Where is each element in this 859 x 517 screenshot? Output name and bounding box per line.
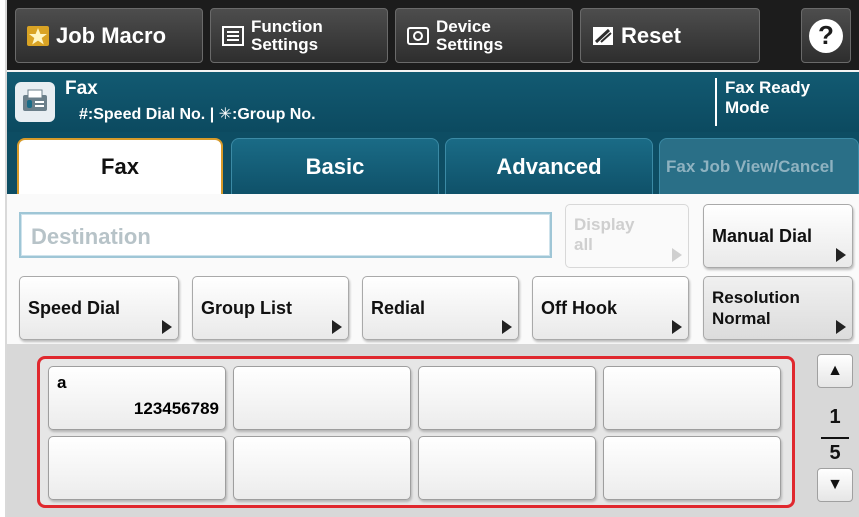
current-page: 1: [829, 406, 841, 428]
total-pages: 5: [829, 442, 841, 464]
speed-dial-panel: a 123456789 ▲ 1 5 ▼: [7, 344, 859, 517]
help-icon: ?: [809, 18, 843, 53]
job-macro-label: Job Macro: [56, 22, 167, 48]
off-hook-button[interactable]: Off Hook: [532, 276, 689, 340]
help-button[interactable]: ?: [801, 8, 851, 63]
reset-icon: [591, 25, 615, 47]
tab-advanced[interactable]: Advanced: [445, 138, 653, 194]
device-icon: [406, 25, 430, 47]
top-bar: Job Macro Function Settings Device Setti…: [7, 0, 859, 70]
device-settings-button[interactable]: Device Settings: [395, 8, 573, 63]
display-all-label: Display all: [574, 215, 635, 254]
job-macro-button[interactable]: Job Macro: [15, 8, 203, 63]
chevron-right-icon: [162, 320, 172, 334]
redial-button[interactable]: Redial: [362, 276, 519, 340]
resolution-button[interactable]: Resolution Normal: [703, 276, 853, 340]
group-list-button[interactable]: Group List: [192, 276, 349, 340]
reset-label: Reset: [621, 22, 681, 48]
list-icon: [221, 25, 245, 47]
arrow-down-icon: ▼: [827, 476, 843, 493]
speed-dial-entry[interactable]: [48, 436, 226, 500]
fax-icon: [15, 82, 55, 122]
tab-bar: Fax Basic Advanced Fax Job View/Cancel: [7, 132, 859, 194]
chevron-right-icon: [672, 248, 682, 262]
reset-button[interactable]: Reset: [580, 8, 760, 63]
fax-mode-status: Fax Ready Mode: [715, 78, 810, 126]
speed-dial-entry[interactable]: [233, 436, 411, 500]
tab-fax-job-view-cancel[interactable]: Fax Job View/Cancel: [659, 138, 859, 194]
page-divider: [821, 437, 849, 439]
speed-dial-entry[interactable]: [418, 366, 596, 430]
speed-dial-entry[interactable]: [603, 436, 781, 500]
off-hook-label: Off Hook: [541, 298, 617, 318]
group-list-label: Group List: [201, 298, 292, 318]
speed-dial-entry[interactable]: [233, 366, 411, 430]
star-icon: [26, 25, 50, 47]
speed-dial-entry[interactable]: [603, 366, 781, 430]
page-navigator: ▲ 1 5 ▼: [815, 352, 855, 512]
destination-field[interactable]: Destination: [19, 212, 552, 258]
speed-dial-grid: a 123456789: [37, 356, 795, 508]
tab-basic[interactable]: Basic: [231, 138, 439, 194]
function-settings-button[interactable]: Function Settings: [210, 8, 388, 63]
display-all-button[interactable]: Display all: [565, 204, 689, 268]
entry-number: 123456789: [133, 399, 219, 418]
fax-screen: Job Macro Function Settings Device Setti…: [5, 0, 859, 517]
chevron-right-icon: [836, 320, 846, 334]
status-title: Fax: [65, 78, 98, 99]
resolution-label: Resolution Normal: [712, 288, 800, 328]
redial-label: Redial: [371, 298, 426, 318]
chevron-right-icon: [332, 320, 342, 334]
chevron-right-icon: [672, 320, 682, 334]
speed-dial-entry[interactable]: a 123456789: [48, 366, 226, 430]
entry-name: a: [57, 373, 67, 392]
fax-options-panel: Destination Display all Manual Dial Spee…: [7, 194, 859, 344]
manual-dial-label: Manual Dial: [712, 226, 813, 246]
speed-dial-button[interactable]: Speed Dial: [19, 276, 179, 340]
status-bar: Fax #:Speed Dial No. | ✳:Group No. Fax R…: [7, 72, 859, 132]
page-down-button[interactable]: ▼: [817, 468, 853, 502]
speed-dial-label: Speed Dial: [28, 298, 121, 318]
page-up-button[interactable]: ▲: [817, 354, 853, 388]
manual-dial-button[interactable]: Manual Dial: [703, 204, 853, 268]
arrow-up-icon: ▲: [827, 362, 843, 379]
chevron-right-icon: [836, 248, 846, 262]
tab-fax[interactable]: Fax: [17, 138, 223, 194]
status-subtitle: #:Speed Dial No. | ✳:Group No.: [79, 106, 316, 123]
function-settings-label: Function Settings: [251, 16, 323, 54]
device-settings-label: Device Settings: [436, 16, 504, 54]
chevron-right-icon: [502, 320, 512, 334]
speed-dial-entry[interactable]: [418, 436, 596, 500]
